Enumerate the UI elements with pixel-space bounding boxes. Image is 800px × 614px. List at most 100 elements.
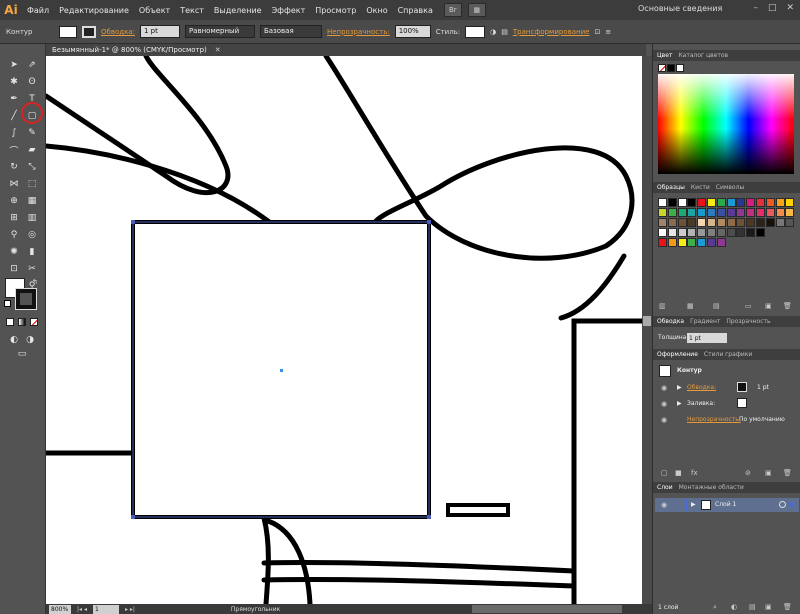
appearance-fill-label[interactable]: Заливка: [687, 400, 715, 407]
blend-tool-icon[interactable]: ◎ [24, 228, 40, 242]
color-swatch[interactable] [667, 218, 677, 227]
color-swatch[interactable] [667, 228, 677, 237]
swatch-options-icon[interactable]: ▤ [713, 302, 721, 310]
add-new-stroke-icon[interactable]: ▢ [661, 469, 669, 477]
tab-transparency[interactable]: Прозрачность [726, 318, 770, 325]
artboard-tool-icon[interactable]: ⊡ [6, 262, 22, 276]
make-clipping-mask-icon[interactable]: ◐ [731, 603, 739, 611]
color-swatch[interactable] [687, 238, 697, 247]
color-swatch[interactable] [707, 228, 716, 237]
stroke-swatch[interactable] [82, 25, 96, 38]
visibility-eye-icon[interactable]: ◉ [661, 417, 669, 424]
color-swatch[interactable] [658, 238, 667, 247]
color-swatch[interactable] [697, 208, 707, 217]
opacity-panel-link[interactable]: Непрозрачность: [327, 28, 390, 36]
color-swatch[interactable] [756, 208, 765, 217]
gradient-mode-icon[interactable] [18, 318, 26, 326]
color-swatch[interactable] [687, 208, 697, 217]
delete-swatch-icon[interactable]: 🗑 [783, 302, 792, 310]
tab-swatches[interactable]: Образцы [657, 184, 685, 191]
first-artboard-icon[interactable]: |◂ ◂ [77, 606, 87, 613]
color-swatch[interactable] [687, 228, 697, 237]
paintbrush-tool-icon[interactable]: ∫ [6, 126, 22, 140]
color-swatch[interactable] [726, 228, 736, 237]
color-swatch[interactable] [707, 208, 716, 217]
swatch-libraries-icon[interactable]: ▥ [659, 302, 667, 310]
align-icon[interactable]: ▤ [501, 28, 508, 36]
isolate-icon[interactable]: ⊡ [594, 28, 600, 36]
stroke-color-box[interactable] [15, 288, 37, 310]
menu-edit[interactable]: Редактирование [54, 6, 134, 15]
color-swatch[interactable] [707, 238, 716, 247]
visibility-eye-icon[interactable]: ◉ [661, 401, 669, 408]
symbol-sprayer-tool-icon[interactable]: ✺ [6, 245, 22, 259]
appearance-stroke-label[interactable]: Обводка: [687, 384, 716, 391]
transform-panel-link[interactable]: Трансформирование [513, 28, 590, 36]
screen-mode-icon[interactable]: ▭ [14, 347, 30, 361]
slice-tool-icon[interactable]: ✂ [24, 262, 40, 276]
tab-graphic-styles[interactable]: Стили графики [704, 351, 752, 358]
color-swatch[interactable] [756, 228, 765, 237]
direct-selection-tool-icon[interactable]: ⇗ [24, 58, 40, 72]
selection-tool-icon[interactable]: ➤ [6, 58, 22, 72]
color-swatch[interactable] [658, 228, 667, 237]
swap-fill-stroke-icon[interactable]: ↰ [32, 278, 38, 286]
magic-wand-tool-icon[interactable]: ✱ [6, 75, 22, 89]
control-panel-menu-icon[interactable]: ≡ [605, 28, 611, 36]
color-swatch[interactable] [667, 208, 677, 217]
delete-item-icon[interactable]: 🗑 [783, 469, 792, 477]
color-swatch[interactable] [756, 198, 765, 207]
close-button[interactable]: ✕ [786, 3, 794, 13]
color-swatch[interactable] [716, 238, 726, 247]
show-kinds-icon[interactable]: ▦ [687, 302, 695, 310]
shape-builder-tool-icon[interactable]: ⊕ [6, 194, 22, 208]
color-swatch[interactable] [677, 218, 687, 227]
add-new-fill-icon[interactable]: ■ [675, 469, 683, 477]
color-swatch[interactable] [746, 228, 756, 237]
close-document-icon[interactable]: ✕ [215, 46, 221, 54]
layer-target-icon[interactable] [779, 501, 786, 508]
mesh-tool-icon[interactable]: ⊞ [6, 211, 22, 225]
color-swatch[interactable] [677, 238, 687, 247]
document-tab[interactable]: Безымянный-1* @ 800% (CMYK/Просмотр) ✕ [46, 44, 646, 56]
color-swatch[interactable] [775, 198, 785, 207]
color-swatch[interactable] [697, 218, 707, 227]
menu-type[interactable]: Текст [175, 6, 209, 15]
duplicate-item-icon[interactable]: ▣ [765, 469, 773, 477]
color-swatch[interactable] [707, 218, 716, 227]
color-mode-icon[interactable] [6, 318, 14, 326]
gradient-tool-icon[interactable]: ▥ [24, 211, 40, 225]
minimize-button[interactable]: – [753, 3, 758, 13]
brush-definition[interactable]: Базовая [259, 25, 322, 38]
color-swatch[interactable] [716, 198, 726, 207]
blob-brush-tool-icon[interactable]: ⌒ [6, 143, 22, 157]
expand-triangle-icon[interactable]: ▶ [677, 384, 682, 391]
appearance-opacity-label[interactable]: Непрозрачность: [687, 416, 741, 423]
color-swatch[interactable] [726, 208, 736, 217]
color-swatch[interactable] [716, 228, 726, 237]
tab-symbols[interactable]: Символы [716, 184, 744, 191]
stroke-weight-input[interactable]: 1 pt [687, 333, 727, 343]
color-swatch[interactable] [736, 208, 746, 217]
tab-color[interactable]: Цвет [657, 52, 672, 59]
new-sublayer-icon[interactable]: ▤ [749, 603, 757, 611]
recolor-icon[interactable]: ◑ [490, 28, 496, 36]
column-graph-tool-icon[interactable]: ▮ [24, 245, 40, 259]
color-swatch[interactable] [775, 208, 785, 217]
perspective-grid-tool-icon[interactable]: ▦ [24, 194, 40, 208]
new-layer-icon[interactable]: ▣ [765, 603, 773, 611]
horizontal-scroll-thumb[interactable] [472, 605, 622, 613]
layer-expand-icon[interactable]: ▶ [691, 501, 696, 508]
default-colors-icon[interactable] [4, 300, 11, 307]
maximize-button[interactable]: □ [768, 3, 777, 13]
layer-row[interactable]: ◉ ▶ Слой 1 [655, 498, 799, 512]
appearance-stroke-swatch[interactable] [737, 382, 747, 392]
color-swatch[interactable] [667, 198, 677, 207]
color-swatch[interactable] [785, 208, 795, 217]
color-swatch[interactable] [765, 208, 775, 217]
vertical-scroll-thumb[interactable] [643, 316, 651, 326]
eraser-tool-icon[interactable]: ▰ [24, 143, 40, 157]
eyedropper-tool-icon[interactable]: ⚲ [6, 228, 22, 242]
free-transform-tool-icon[interactable]: ⬚ [24, 177, 40, 191]
add-effect-icon[interactable]: fx [691, 469, 699, 477]
